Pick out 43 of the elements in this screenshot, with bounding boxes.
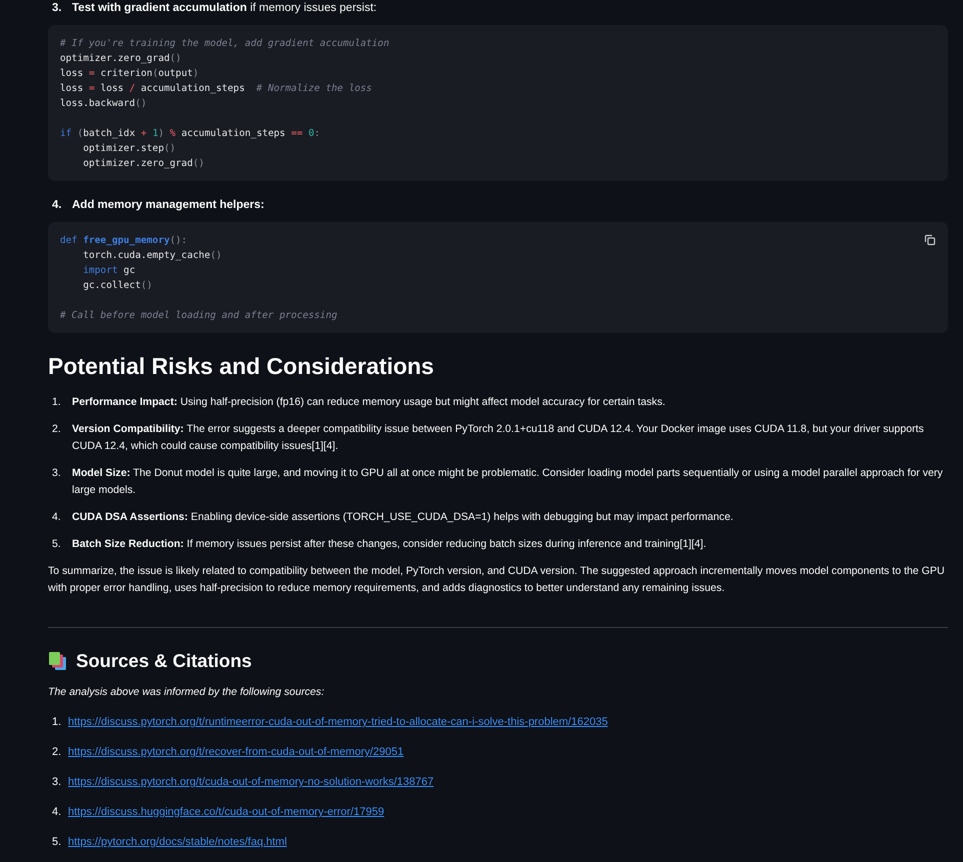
code-line: import gc	[82, 264, 136, 278]
source-link[interactable]: https://discuss.pytorch.org/t/runtimeerror-cuda-out-of-memory-tried-to-allocate-can-i-solve-this-problem/162035	[68, 714, 608, 731]
list-number: 1.	[52, 395, 62, 410]
source-link[interactable]: https://pytorch.org/docs/stable/notes/faq.html	[68, 834, 287, 851]
code-line: # Call before model loading and after processing	[60, 309, 338, 323]
list-number: 4.	[52, 510, 62, 525]
list-number: 5.	[52, 537, 62, 552]
source-link[interactable]: https://discuss.pytorch.org/t/cuda-out-of-memory-no-solution-works/138767	[68, 774, 434, 791]
copy-icon[interactable]	[924, 234, 936, 246]
books-icon	[48, 651, 68, 671]
list-item-text: CUDA DSA Assertions: Enabling device-side assertions (TORCH_USE_CUDA_DSA=1) helps with debugging but may impact performance.	[72, 510, 734, 525]
list-number: 1.	[52, 715, 62, 730]
list-item-text: Performance Impact: Using half-precision (fp16) can reduce memory usage but might affect model accuracy for certain tasks.	[72, 395, 666, 410]
list-number: 3.	[52, 466, 62, 481]
code-line: gc.collect()	[82, 279, 152, 293]
code-line: loss.backward()	[60, 97, 147, 111]
list-number: 3.	[52, 775, 62, 790]
code-line: def free_gpu_memory():	[60, 234, 188, 248]
list-item-text: Batch Size Reduction: If memory issues persist after these changes, consider reducing batch sizes during inference and training[1][4].	[72, 537, 706, 552]
source-link[interactable]: https://discuss.huggingface.co/t/cuda-out-of-memory-error/17959	[68, 804, 384, 821]
intro-text: The analysis above was informed by the following sources:	[48, 685, 326, 700]
code-line: # If you're training the model, add gradient accumulation	[60, 37, 390, 51]
code-line: loss = loss / accumulation_steps # Normalize the loss	[60, 82, 372, 96]
section-heading: Potential Risks and Considerations	[48, 353, 435, 380]
step-label: Test with gradient accumulation if memory issues persist:	[72, 2, 377, 14]
list-number: 3.	[52, 2, 63, 14]
code-line: optimizer.zero_grad()	[82, 157, 204, 171]
source-link[interactable]: https://discuss.pytorch.org/t/recover-from-cuda-out-of-memory/29051	[68, 744, 404, 761]
list-number: 2.	[52, 745, 62, 760]
summary-paragraph: To summarize, the issue is likely related to compatibility between the model, PyTorch version, and CUDA version. The suggested approach incrementally moves model components to the GPU with proper error handling, uses half-precision to reduce memory requirements, and adds diagnostics to better understand any remaining issues.	[48, 564, 946, 596]
code-line: torch.cuda.empty_cache()	[82, 249, 222, 263]
code-line: optimizer.step()	[82, 142, 176, 156]
list-number: 4.	[52, 199, 63, 211]
list-number: 2.	[52, 422, 62, 437]
list-item-text: Model Size: The Donut model is quite large, and moving it to GPU all at once might be problematic. Consider loading model parts sequentially or using a model parallel approach for very large models.	[72, 466, 944, 498]
code-line: if (batch_idx + 1) % accumulation_steps == 0:	[60, 127, 320, 141]
list-number: 4.	[52, 805, 62, 820]
section-heading: Sources & Citations	[76, 650, 252, 672]
list-item-text: Version Compatibility: The error suggests a deeper compatibility issue between PyTorch 2.0.1+cu118 and CUDA 12.4. Your Docker image uses CUDA 11.8, but your driver supports CUDA 12.4, which could cause compatibility issues[1][4].	[72, 422, 925, 454]
step-label: Add memory management helpers:	[72, 199, 264, 211]
code-line: optimizer.zero_grad()	[60, 52, 182, 66]
list-number: 5.	[52, 835, 62, 850]
code-line: loss = criterion(output)	[60, 67, 199, 81]
